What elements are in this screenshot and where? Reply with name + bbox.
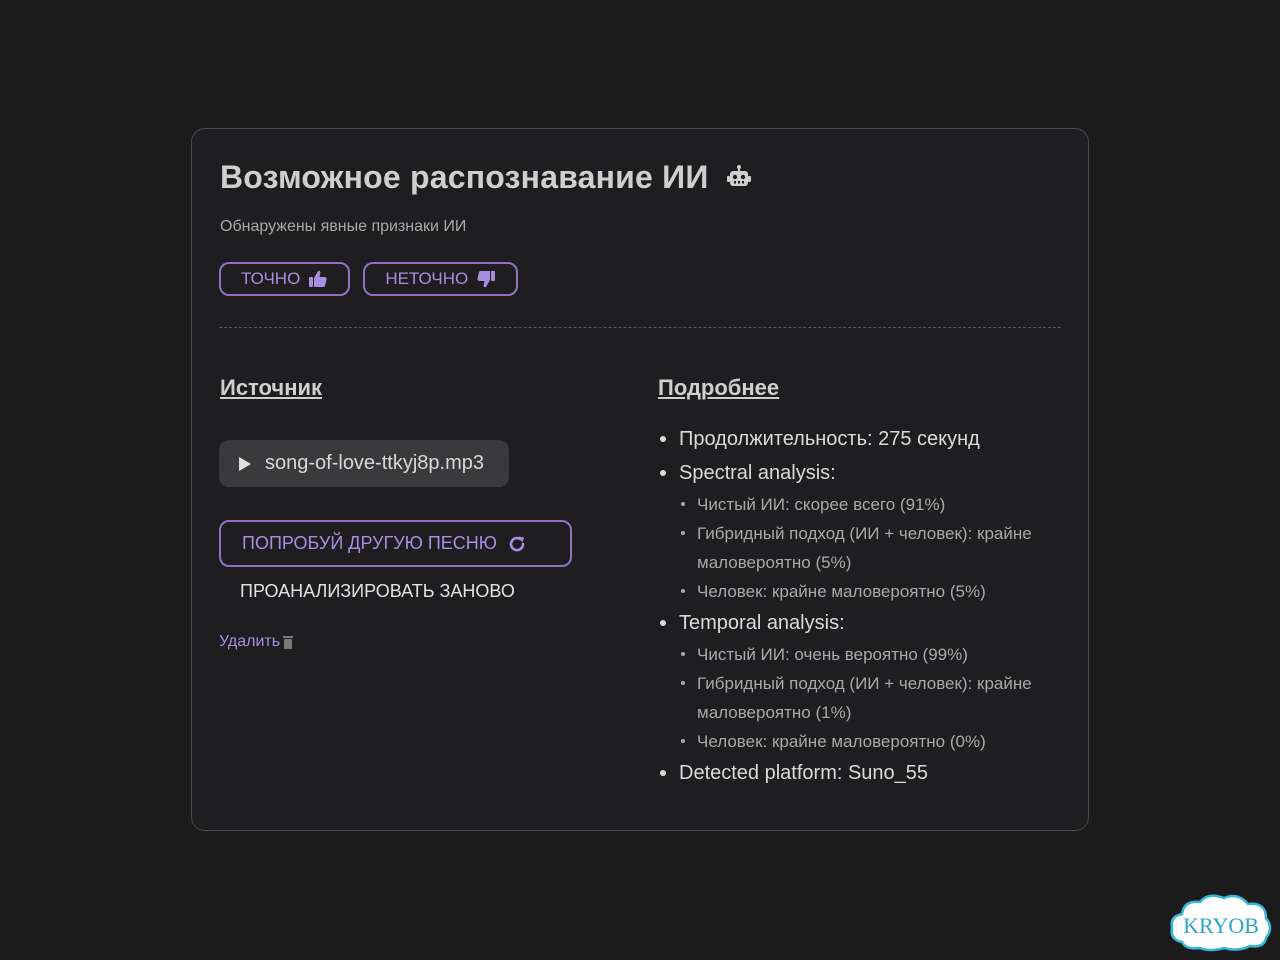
watermark-text: KRYOB: [1183, 913, 1259, 938]
file-name: song-of-love-ttkyj8p.mp3: [265, 452, 484, 474]
duration-item: Продолжительность: 275 секунд: [658, 422, 1068, 456]
page-subtitle: Обнаружены явные признаки ИИ: [220, 218, 467, 235]
spectral-human: Человек: крайне маловероятно (5%): [658, 577, 1068, 606]
temporal-human: Человек: крайне маловероятно (0%): [658, 727, 1068, 756]
temporal-analysis-item: Temporal analysis:: [658, 606, 1068, 640]
title-row: Возможное распознавание ИИ: [220, 159, 753, 196]
delete-label: Удалить: [219, 633, 281, 650]
watermark-logo: KRYOB: [1170, 894, 1272, 952]
accurate-button[interactable]: ТОЧНО: [219, 262, 351, 296]
try-another-label: ПОПРОБУЙ ДРУГУЮ ПЕСНЮ: [242, 533, 497, 553]
accurate-label: ТОЧНО: [241, 269, 301, 288]
spectral-label: Spectral analysis:: [679, 462, 836, 484]
thumbs-up-icon: [309, 270, 327, 287]
page-title: Возможное распознавание ИИ: [220, 159, 709, 195]
refresh-icon: [509, 536, 525, 551]
section-divider: [219, 327, 1061, 328]
inaccurate-button[interactable]: НЕТОЧНО: [363, 262, 519, 296]
details-heading: Подробнее: [658, 375, 780, 400]
temporal-hybrid: Гибридный подход (ИИ + человек): крайне …: [658, 669, 1068, 727]
inaccurate-label: НЕТОЧНО: [385, 269, 469, 288]
play-icon[interactable]: [239, 456, 251, 471]
details-list: Продолжительность: 275 секунд Spectral a…: [658, 422, 1068, 790]
reanalyze-button[interactable]: ПРОАНАЛИЗИРОВАТЬ ЗАНОВО: [240, 581, 515, 602]
try-another-song-button[interactable]: ПОПРОБУЙ ДРУГУЮ ПЕСНЮ: [219, 520, 572, 567]
delete-link[interactable]: Удалить: [219, 633, 294, 651]
thumbs-down-icon: [477, 271, 496, 288]
spectral-hybrid: Гибридный подход (ИИ + человек): крайне …: [658, 519, 1068, 577]
audio-file-player[interactable]: song-of-love-ttkyj8p.mp3: [219, 440, 509, 487]
temporal-label: Temporal analysis:: [679, 612, 845, 634]
robot-icon: [726, 164, 751, 186]
temporal-pure-ai: Чистый ИИ: очень вероятно (99%): [658, 640, 1068, 669]
source-heading: Источник: [220, 375, 323, 400]
feedback-group: ТОЧНО НЕТОЧНО: [219, 262, 519, 296]
spectral-analysis-item: Spectral analysis:: [658, 456, 1068, 490]
trash-icon: [283, 636, 294, 649]
platform-item: Detected platform: Suno_55: [658, 756, 1068, 790]
analysis-card: Возможное распознавание ИИ Обнаружены яв…: [191, 128, 1089, 831]
spectral-pure-ai: Чистый ИИ: скорее всего (91%): [658, 490, 1068, 519]
